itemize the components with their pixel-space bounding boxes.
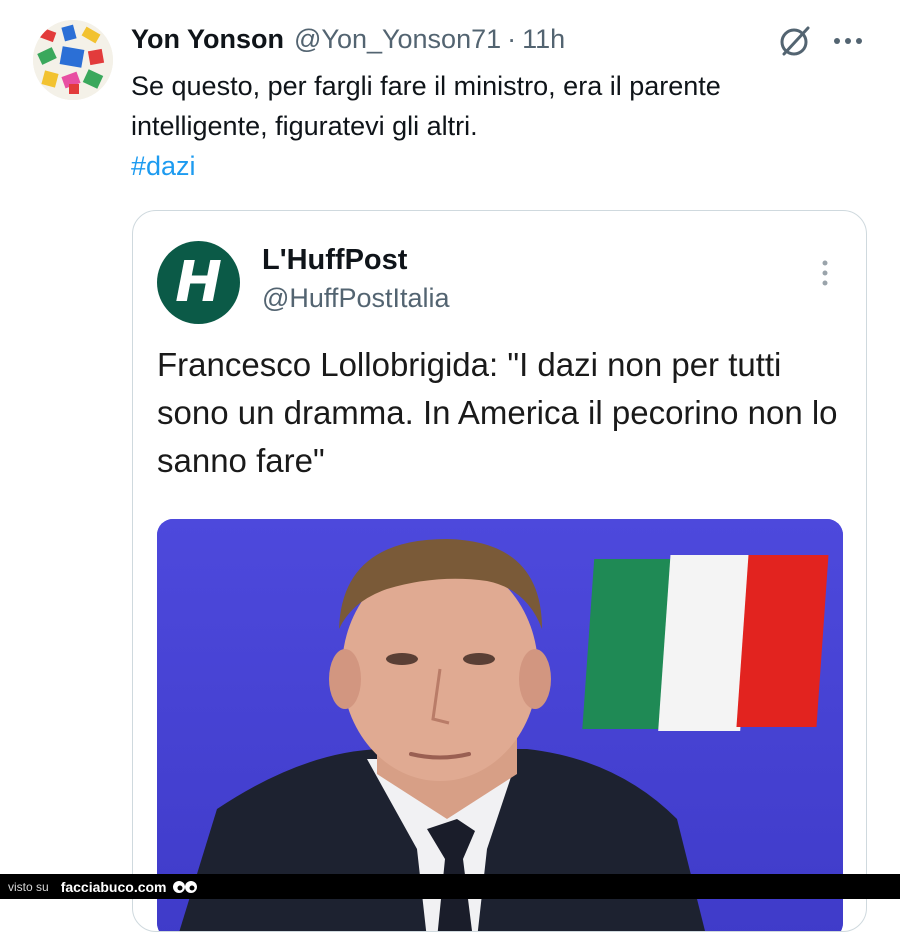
watermark-prefix: visto su [8, 879, 49, 894]
watermark-site[interactable]: facciabuco.com [61, 879, 167, 895]
author-name[interactable]: Yon Yonson [131, 24, 284, 55]
header-separator: · [507, 24, 517, 54]
author-handle[interactable]: @Yon_Yonson71 [294, 24, 501, 55]
hashtag-link[interactable]: #dazi [131, 146, 196, 186]
news-photo[interactable] [157, 519, 843, 931]
quoted-post-card[interactable]: H L'HuffPost @HuffPostItalia Francesco L… [132, 210, 867, 932]
quoted-author-name[interactable]: L'HuffPost [262, 244, 407, 277]
quoted-headline: Francesco Lollobrigida: "I dazi non per … [157, 346, 838, 479]
watermark-bar: visto su facciabuco.com [0, 874, 900, 899]
tweet-text: Se questo, per fargli fare il ministro, … [131, 71, 721, 141]
avatar-image [33, 20, 113, 100]
tweet-header: Yon Yonson @Yon_Yonson71 · 11h [131, 24, 565, 58]
author-avatar[interactable] [33, 20, 113, 100]
eyes-logo-icon [172, 880, 197, 893]
vertical-dots-icon[interactable] [817, 257, 833, 291]
quoted-author-handle[interactable]: @HuffPostItalia [262, 283, 450, 314]
logo-letter: H [175, 249, 222, 315]
tweet-timestamp[interactable]: 11h [522, 24, 565, 55]
grok-icon[interactable] [776, 22, 814, 60]
huffpost-logo[interactable]: H [157, 241, 240, 324]
photo-image [157, 519, 843, 931]
more-dots-icon[interactable] [830, 26, 866, 56]
